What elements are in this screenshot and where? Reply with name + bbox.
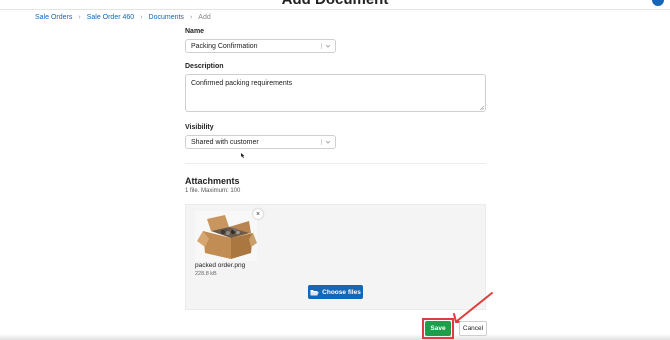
file-name: packed order.png — [195, 262, 246, 269]
mouse-cursor-icon — [241, 153, 245, 158]
cancel-button[interactable]: Cancel — [459, 321, 487, 336]
save-button[interactable]: Save — [425, 321, 451, 336]
choose-files-button[interactable]: Choose files — [308, 285, 363, 299]
attachments-title: Attachments — [185, 176, 240, 186]
resize-handle-icon[interactable] — [479, 105, 484, 110]
chevron-right-icon: › — [189, 14, 193, 21]
breadcrumb: Sale Orders › Sale Order 460 › Documents… — [35, 14, 211, 21]
breadcrumb-documents[interactable]: Documents — [149, 14, 184, 21]
header-divider — [0, 9, 670, 10]
folder-open-icon — [310, 289, 319, 295]
visibility-value: Shared with customer — [191, 138, 259, 146]
description-value: Confirmed packing requirements — [191, 80, 293, 87]
name-label: Name — [185, 28, 205, 35]
select-divider — [321, 43, 322, 49]
visibility-label: Visibility — [185, 124, 214, 131]
breadcrumb-current: Add — [198, 14, 211, 21]
breadcrumb-sale-orders[interactable]: Sale Orders — [35, 14, 72, 21]
visibility-select[interactable]: Shared with customer — [185, 135, 336, 149]
file-thumbnail-image[interactable] — [195, 211, 257, 261]
chevron-right-icon: › — [78, 14, 81, 21]
file-size: 228.8 kB — [195, 271, 217, 277]
page-title: Add Document — [0, 0, 670, 8]
breadcrumb-sale-order[interactable]: Sale Order 460 — [87, 14, 134, 21]
choose-files-label: Choose files — [322, 288, 361, 296]
chevron-down-icon — [325, 140, 331, 144]
description-field[interactable]: Confirmed packing requirements — [185, 74, 486, 112]
chevron-down-icon — [325, 44, 331, 48]
name-select[interactable]: Packing Confirmation — [185, 39, 336, 53]
section-divider — [185, 163, 486, 164]
description-label: Description — [185, 63, 224, 70]
footer-bar — [0, 334, 670, 340]
attachments-limit: 1 file. Maximum: 100 — [185, 188, 241, 194]
remove-file-button[interactable]: × — [253, 209, 263, 219]
select-divider — [321, 139, 322, 145]
chevron-right-icon: › — [140, 14, 143, 21]
name-value: Packing Confirmation — [191, 42, 258, 50]
